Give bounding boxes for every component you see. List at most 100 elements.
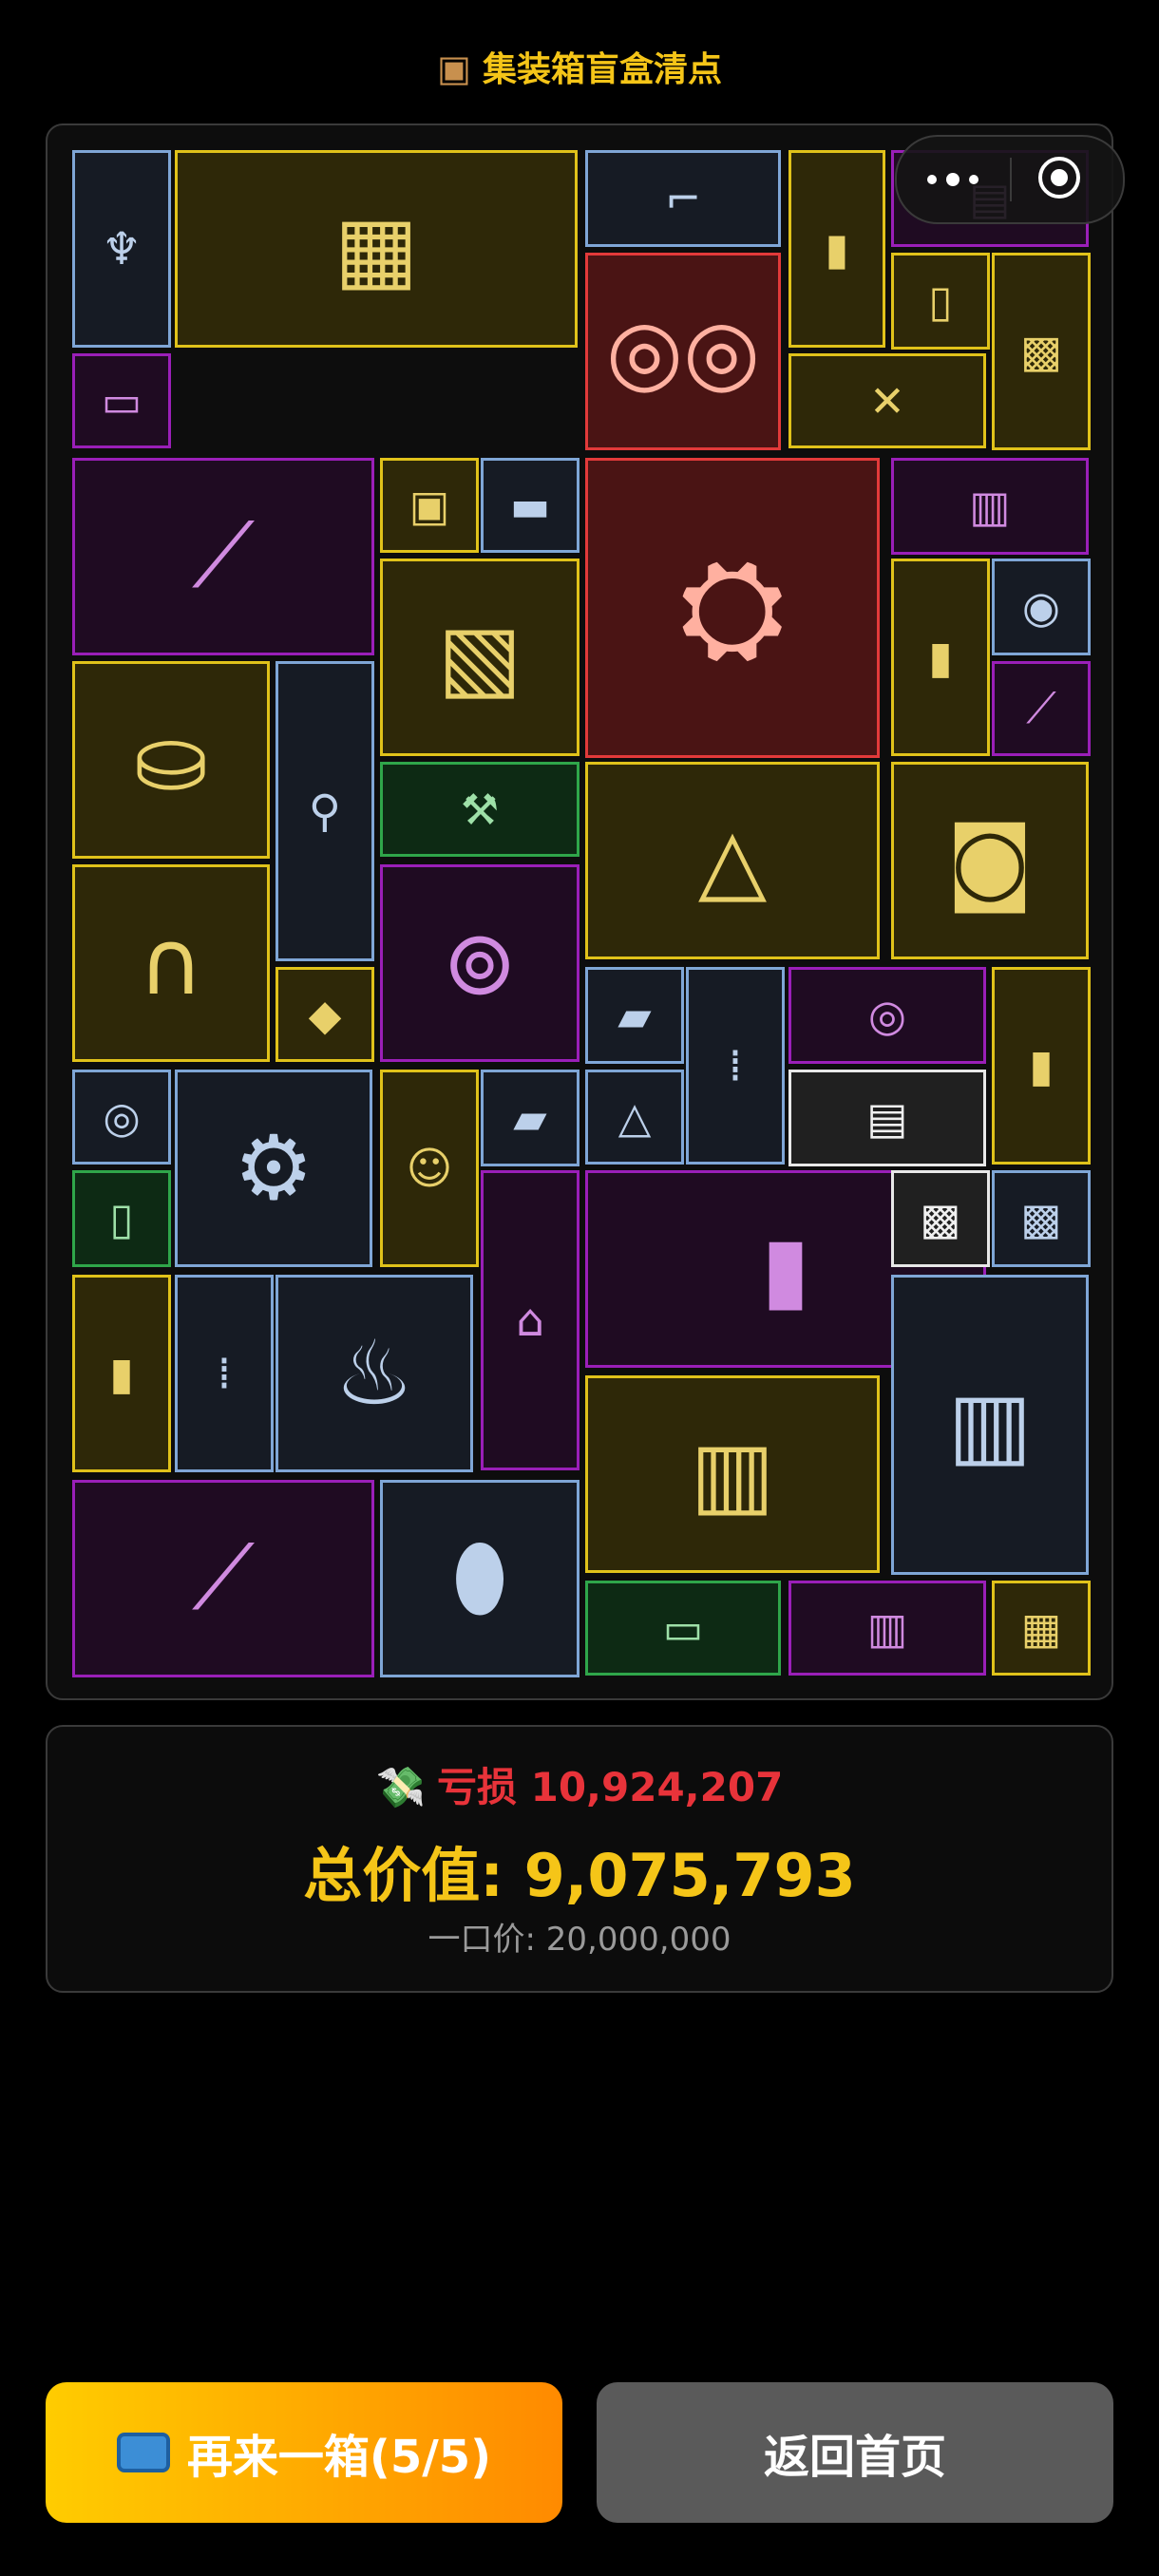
item-cell-snack-box: ▩ <box>891 1170 990 1267</box>
knife-icon: ⟋ <box>1026 683 1056 733</box>
item-cell-power-drill: ⚙ <box>175 1070 372 1267</box>
camera-icon: ◙ <box>946 808 1034 913</box>
total-value-line: 总价值: 9,075,793 <box>48 1828 1112 1913</box>
microscope-icon: ⚲ <box>308 785 342 838</box>
target-circle-icon[interactable] <box>1038 157 1080 199</box>
item-cell-lighter: ▯ <box>72 1170 171 1267</box>
sdcard-icon: ▰ <box>513 1092 547 1144</box>
page-title: ▣ 集装箱盲盒清点 <box>0 42 1159 91</box>
more-dots-icon[interactable] <box>927 173 984 186</box>
item-cell-camp-stove: ♨ <box>276 1275 473 1472</box>
radio-icon: ▥ <box>969 481 1011 532</box>
tv-icon <box>116 2433 170 2472</box>
mini-program-capsule <box>895 135 1125 224</box>
pendant-icon: ♆ <box>101 222 142 275</box>
item-cell-ram-stick: ▭ <box>72 353 171 448</box>
motherboard-icon: ▦ <box>333 197 419 301</box>
item-cell-uv-lamp: ▮ <box>788 150 885 348</box>
phone-icon: ▯ <box>928 275 953 327</box>
knife-icon: ⟋ <box>192 504 255 608</box>
item-cell-usb-drive: ▬ <box>481 458 580 553</box>
tool-icon: ⚒ <box>460 784 500 835</box>
lamp-icon: ▮ <box>928 631 953 684</box>
centrifuge-icon: ⊚ <box>442 911 518 1015</box>
item-cell-power-core: ⛭ <box>585 458 880 758</box>
item-cell-rifle-parts: ⌐ <box>585 150 781 247</box>
item-cell-headphones: ∩ <box>72 864 270 1062</box>
item-cell-ammo-box: ⁞ <box>686 967 785 1165</box>
item-cell-cd-disc: ◎ <box>72 1070 171 1165</box>
item-cell-newspaper: ▤ <box>788 1070 986 1166</box>
item-cell-server-motherboard: ▦ <box>175 150 578 348</box>
crossbow-icon: ✕ <box>869 375 905 426</box>
item-cell-router: ▦ <box>992 1581 1091 1676</box>
item-cell-triangle-token: △ <box>585 1070 684 1165</box>
item-cell-silver-coin: ◉ <box>992 559 1091 655</box>
item-cell-tea-tin: ▩ <box>992 1170 1091 1267</box>
box-icon: ▩ <box>1019 325 1063 378</box>
drill-icon: ⚙ <box>233 1116 314 1221</box>
item-cell-radio: ▥ <box>891 458 1089 555</box>
open-again-label: 再来一箱(5/5) <box>186 2431 492 2484</box>
chip-icon: ▭ <box>101 375 142 426</box>
item-cell-glass-trophy: ◆ <box>276 967 374 1062</box>
item-cell-radio-2: ▥ <box>788 1581 986 1676</box>
money-wings-icon: 💸 <box>375 1764 426 1810</box>
radio-icon: ▥ <box>866 1602 908 1654</box>
ammo-icon: ⁞ <box>728 1039 743 1092</box>
lantern-icon: ⌂ <box>516 1294 544 1347</box>
item-cell-phone: ▯ <box>891 253 990 350</box>
ammo-icon: ⁞ <box>217 1347 232 1400</box>
back-home-button[interactable]: 返回首页 <box>597 2382 1113 2523</box>
figure-icon: ☺ <box>406 1142 453 1195</box>
cylinder-icon: ⬮ <box>451 1526 508 1630</box>
item-cell-wood-plank: ▭ <box>585 1581 781 1676</box>
total-label: 总价值: <box>303 1841 504 1910</box>
item-cell-dagger-2: ⟋ <box>72 1480 374 1677</box>
item-cell-camera: ◙ <box>891 762 1089 959</box>
antenna-icon: ▧ <box>437 605 522 710</box>
router-icon: ▦ <box>1020 1602 1062 1654</box>
jug-icon: ⛀ <box>133 708 209 812</box>
reactor-icon: ⛭ <box>678 530 786 685</box>
item-cell-cement-bag: ▥ <box>891 1275 1089 1575</box>
coin-icon: ◉ <box>1021 581 1061 633</box>
item-cell-microscope: ⚲ <box>276 661 374 961</box>
price-label: 一口价: <box>428 1921 536 1959</box>
price-line: 一口价: 20,000,000 <box>48 1913 1112 1960</box>
item-cell-dancer-pendant: ♆ <box>72 150 171 348</box>
loss-label: 亏损 <box>436 1764 517 1810</box>
item-cell-sd-card-2: ▰ <box>481 1070 580 1166</box>
item-cell-uv-lamp-2: ▮ <box>891 559 990 756</box>
item-cell-sd-card: ▰ <box>585 967 684 1064</box>
item-cell-field-radio: ▥ <box>585 1375 880 1573</box>
item-cell-centrifuge: ⊚ <box>380 864 580 1062</box>
item-cell-boombox: ◎ <box>788 967 986 1064</box>
item-cell-uv-lamp-3: ▮ <box>72 1275 171 1472</box>
item-cell-chemical-jug: ⛀ <box>72 661 270 859</box>
item-cell-crossbow: ✕ <box>788 353 986 448</box>
lighter-icon: ▯ <box>109 1193 134 1244</box>
disc-icon: ◎ <box>103 1091 141 1143</box>
item-cell-reel-to-reel-recorder: ◎◎ <box>585 253 781 450</box>
item-cell-dagger: ⟋ <box>72 458 374 655</box>
open-again-button[interactable]: 再来一箱(5/5) <box>46 2382 562 2523</box>
item-cell-gas-cylinder: ⬮ <box>380 1480 580 1677</box>
newspaper-icon: ▤ <box>866 1092 908 1144</box>
usb-icon: ▬ <box>509 480 551 531</box>
item-cell-ammo-box-2: ⁞ <box>175 1275 274 1472</box>
loss-value: 10,924,207 <box>530 1764 784 1810</box>
tank-icon: ▮ <box>1029 1039 1054 1092</box>
radio-icon: ▥ <box>690 1422 775 1526</box>
plank-icon: ▭ <box>662 1602 704 1654</box>
amulet-icon: △ <box>697 808 768 913</box>
knife-icon: ⟋ <box>192 1526 255 1630</box>
headphones-icon: ∩ <box>138 911 204 1015</box>
total-value: 9,075,793 <box>523 1841 856 1910</box>
bag-icon: ▥ <box>947 1373 1033 1477</box>
item-cell-lantern: ⌂ <box>481 1170 580 1470</box>
gun-icon: ⌐ <box>664 173 702 224</box>
price-value: 20,000,000 <box>545 1921 732 1959</box>
lamp-icon: ▮ <box>109 1347 134 1400</box>
tape-recorder-icon: ◎◎ <box>605 300 761 403</box>
